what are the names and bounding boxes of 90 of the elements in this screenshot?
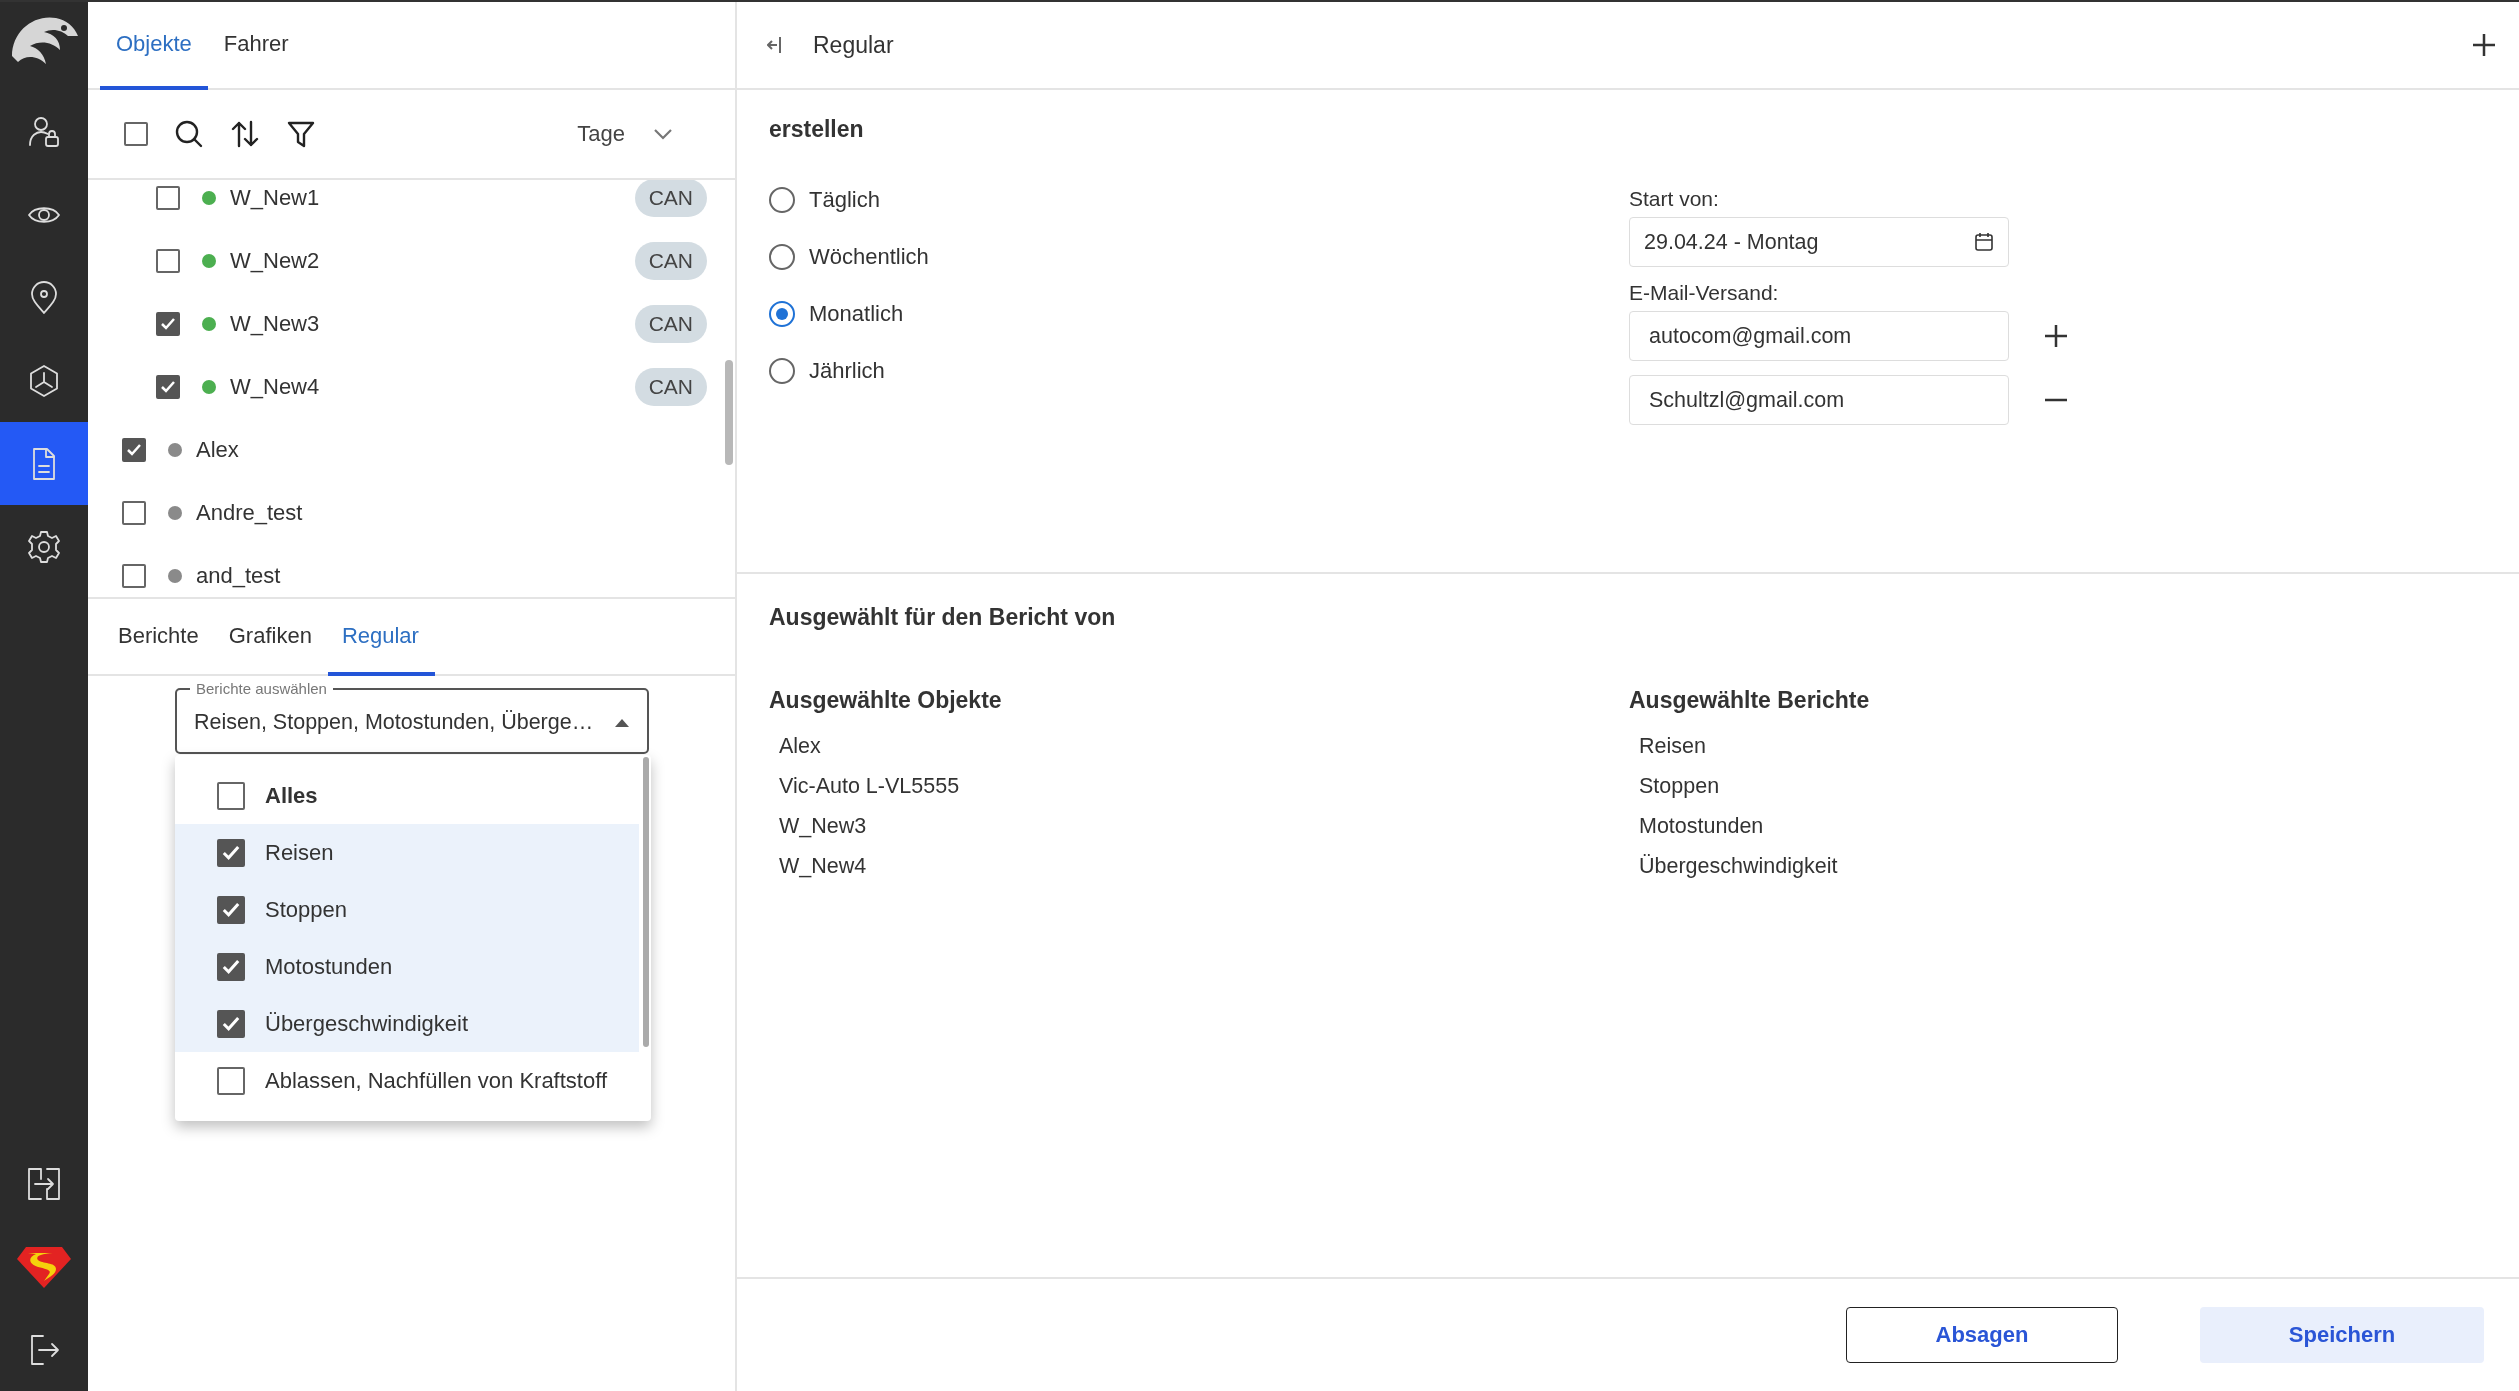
tab[interactable]: Fahrer xyxy=(207,2,305,90)
checkbox[interactable] xyxy=(217,781,245,810)
section-title: Ausgewählt für den Bericht von xyxy=(769,604,1117,631)
checkbox[interactable] xyxy=(122,500,146,525)
checkbox[interactable] xyxy=(156,374,180,399)
export-icon[interactable] xyxy=(27,1166,61,1201)
checkbox[interactable] xyxy=(156,311,180,336)
date-field[interactable]: 29.04.24 - Montag xyxy=(1629,217,2009,267)
radio-option[interactable]: Jährlich xyxy=(769,358,1629,384)
menu-option[interactable]: Stoppen xyxy=(175,881,639,938)
list-item: Motostunden xyxy=(1638,814,1765,840)
object-row[interactable]: Andre_test xyxy=(88,481,735,544)
radio-button[interactable] xyxy=(769,358,795,384)
settings-icon xyxy=(27,529,61,564)
list-item: W_New3 xyxy=(778,814,868,840)
radio-option[interactable]: Täglich xyxy=(769,187,1629,213)
radio-button[interactable] xyxy=(769,244,795,270)
checkbox[interactable] xyxy=(122,563,146,588)
section-title: erstellen xyxy=(769,116,865,143)
list-item: Alex xyxy=(778,734,822,760)
object-row[interactable]: and_test xyxy=(88,544,735,597)
hexagon-icon xyxy=(27,363,61,398)
search-icon[interactable] xyxy=(174,119,204,149)
minus-icon[interactable] xyxy=(2045,398,2067,402)
plus-icon[interactable] xyxy=(2473,34,2495,56)
object-row[interactable]: W_New3 CAN xyxy=(88,292,735,355)
object-row[interactable]: Alex xyxy=(88,418,735,481)
checkbox[interactable] xyxy=(156,185,180,210)
object-row[interactable]: W_New4 CAN xyxy=(88,355,735,418)
object-name: and_test xyxy=(196,562,281,589)
save-button[interactable]: Speichern xyxy=(2200,1307,2484,1363)
object-name: Alex xyxy=(196,436,239,463)
caret-up-icon xyxy=(615,718,629,727)
object-name: W_New3 xyxy=(230,310,320,337)
field-label: E-Mail-Versand: xyxy=(1629,281,1779,305)
menu-option[interactable]: Alles xyxy=(175,767,639,824)
email-field[interactable]: Schultzl@gmail.com xyxy=(1629,375,2009,425)
list-item: Übergeschwindigkeit xyxy=(1638,854,1839,880)
object-row[interactable]: W_New2 CAN xyxy=(88,229,735,292)
radio-option[interactable]: Wöchentlich xyxy=(769,244,1629,270)
tab[interactable]: Regular xyxy=(327,599,435,676)
tag: CAN xyxy=(634,241,707,280)
shield-logo[interactable] xyxy=(16,1244,72,1289)
field-label: Berichte auswählen xyxy=(195,680,328,697)
sort-icon[interactable] xyxy=(230,119,260,149)
email-field[interactable]: autocom@gmail.com xyxy=(1629,311,2009,361)
checkbox[interactable] xyxy=(217,838,245,867)
field-label: Start von: xyxy=(1629,187,1719,211)
plus-icon[interactable] xyxy=(2045,325,2067,347)
checkbox[interactable] xyxy=(217,952,245,981)
column-heading: Ausgewählte Berichte xyxy=(1629,687,1871,714)
tab[interactable]: Berichte xyxy=(88,599,215,676)
object-name: W_New1 xyxy=(230,184,320,211)
tag: CAN xyxy=(634,367,707,406)
user-lock-icon xyxy=(27,114,61,149)
filter-icon[interactable] xyxy=(286,119,316,149)
collapse-icon[interactable] xyxy=(767,36,783,54)
select-all-checkbox[interactable] xyxy=(124,122,148,146)
radio-button[interactable] xyxy=(769,301,795,327)
checkbox[interactable] xyxy=(217,895,245,924)
checkbox[interactable] xyxy=(217,1009,245,1038)
tag: CAN xyxy=(634,180,707,217)
page-title: Regular xyxy=(813,31,894,59)
list-item: Reisen xyxy=(1638,734,1707,760)
tab[interactable]: Objekte xyxy=(100,2,208,90)
list-item: W_New4 xyxy=(778,854,868,880)
menu-option[interactable]: Motostunden xyxy=(175,938,639,995)
object-row[interactable]: W_New1 CAN xyxy=(88,180,735,229)
checkbox[interactable] xyxy=(217,1066,245,1095)
list-item: Vic-Auto L-VL5555 xyxy=(778,774,961,800)
column-heading: Ausgewählte Objekte xyxy=(769,687,1003,714)
menu-option[interactable]: Ablassen, Nachfüllen von Kraftstoff xyxy=(175,1052,639,1109)
object-name: W_New2 xyxy=(230,247,320,274)
scrollbar[interactable] xyxy=(643,757,649,1047)
object-name: W_New4 xyxy=(230,373,320,400)
menu-option[interactable]: Übergeschwindigkeit xyxy=(175,995,639,1052)
calendar-icon xyxy=(1974,232,1994,252)
period-dropdown[interactable]: Tage xyxy=(571,120,679,148)
menu-option[interactable]: Reisen xyxy=(175,824,639,881)
radio-option[interactable]: Monatlich xyxy=(769,301,1629,327)
checkbox[interactable] xyxy=(156,248,180,273)
cancel-button[interactable]: Absagen xyxy=(1846,1307,2118,1363)
tag: CAN xyxy=(634,304,707,343)
list-item: Stoppen xyxy=(1638,774,1721,800)
checkbox[interactable] xyxy=(122,437,146,462)
radio-button[interactable] xyxy=(769,187,795,213)
chevron-down-icon xyxy=(653,128,673,140)
tab[interactable]: Grafiken xyxy=(214,599,328,676)
object-name: Andre_test xyxy=(196,499,303,526)
scrollbar[interactable] xyxy=(725,360,733,465)
